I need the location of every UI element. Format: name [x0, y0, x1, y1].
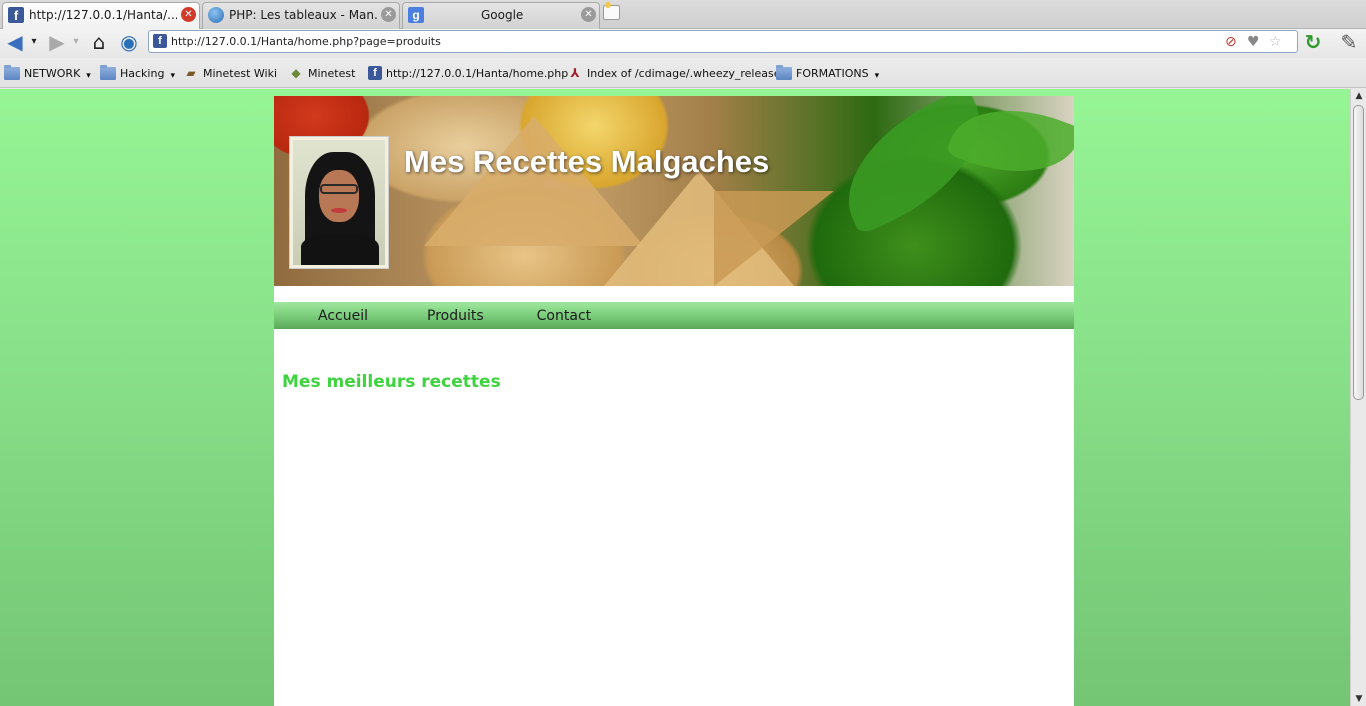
bookmark-minetest[interactable]: ◆ Minetest — [288, 64, 355, 82]
home-icon[interactable]: ⌂ — [88, 31, 110, 53]
chevron-down-icon: ▾ — [170, 71, 175, 81]
tab-title: PHP: Les tableaux - Man... — [229, 8, 377, 22]
globe-icon[interactable]: ◉ — [118, 31, 140, 53]
facebook-icon: f — [8, 7, 24, 23]
wrench-icon[interactable]: ✎ — [1336, 31, 1362, 53]
browser-toolbar: ◀ ▾ ▶ ▾ ⌂ ◉ f http://127.0.0.1/Hanta/hom… — [0, 29, 1366, 58]
bookmark-formations[interactable]: FORMATIONS ▾ — [776, 64, 879, 82]
book-icon: ▰ — [186, 66, 196, 80]
debian-icon: ⅄ — [570, 66, 580, 80]
close-tab-icon[interactable]: ✕ — [381, 7, 396, 22]
globe-icon — [208, 7, 224, 23]
forward-arrow-icon[interactable]: ▶ — [46, 31, 68, 53]
avatar — [289, 136, 389, 269]
bookmark-label: Index of /cdimage/.wheezy_release — [587, 66, 781, 80]
main-menu: Accueil Produits Contact — [274, 302, 1074, 329]
tab-title: http://127.0.0.1/Hanta/... — [29, 8, 177, 22]
tab-google[interactable]: g Google ✕ — [402, 2, 600, 29]
scroll-down-arrow-icon[interactable]: ▼ — [1351, 692, 1366, 706]
site-title: Mes Recettes Malgaches — [404, 144, 770, 179]
scrollbar-thumb[interactable] — [1353, 105, 1364, 400]
bookmark-hacking[interactable]: Hacking ▾ — [100, 64, 175, 82]
tab-strip: f http://127.0.0.1/Hanta/... ✕ PHP: Les … — [0, 0, 1366, 30]
bookmark-label: Minetest — [308, 66, 356, 80]
star-icon[interactable]: ☆ — [1269, 34, 1282, 50]
bookmark-network[interactable]: NETWORK ▾ — [4, 64, 91, 82]
samosa-decoration — [714, 191, 834, 286]
bookmark-label: Hacking — [120, 66, 165, 80]
header-banner-image: Mes Recettes Malgaches — [274, 96, 1074, 286]
minetest-icon: ◆ — [291, 66, 301, 80]
menu-item-produits[interactable]: Produits — [427, 308, 484, 324]
bookmark-label: NETWORK — [24, 66, 81, 80]
bookmark-label: FORMATIONS — [796, 66, 869, 80]
folder-icon — [776, 64, 792, 80]
tab-php-tableaux[interactable]: PHP: Les tableaux - Man... ✕ — [202, 2, 400, 29]
bookmark-hanta-home[interactable]: f http://127.0.0.1/Hanta/home.php — [368, 64, 568, 82]
menu-item-accueil[interactable]: Accueil — [318, 308, 368, 324]
vertical-scrollbar[interactable]: ▲ ▼ — [1350, 89, 1366, 706]
close-tab-icon[interactable]: ✕ — [181, 7, 196, 22]
google-icon: g — [408, 7, 424, 23]
page-container: Mes Recettes Malgaches Accueil Produits … — [274, 96, 1074, 706]
bookmarks-bar: NETWORK ▾ Hacking ▾ ▰ Minetest Wiki ◆ Mi… — [0, 58, 1366, 88]
tab-title: Google — [481, 8, 524, 22]
address-bar[interactable]: f http://127.0.0.1/Hanta/home.php?page=p… — [148, 30, 1298, 53]
url-text[interactable]: http://127.0.0.1/Hanta/home.php?page=pro… — [171, 35, 441, 48]
bookmark-minetest-wiki[interactable]: ▰ Minetest Wiki — [183, 64, 277, 82]
forward-history-chevron-icon[interactable]: ▾ — [70, 31, 82, 53]
bookmark-label: http://127.0.0.1/Hanta/home.php — [386, 66, 569, 80]
heart-icon[interactable]: ♥ — [1247, 34, 1260, 50]
folder-icon — [4, 64, 20, 80]
folder-icon — [100, 64, 116, 80]
back-arrow-icon[interactable]: ◀ — [4, 31, 26, 53]
close-tab-icon[interactable]: ✕ — [581, 7, 596, 22]
bookmark-label: Minetest Wiki — [203, 66, 278, 80]
new-tab-button[interactable] — [603, 2, 620, 20]
back-history-chevron-icon[interactable]: ▾ — [28, 31, 40, 53]
menu-item-contact[interactable]: Contact — [537, 308, 591, 324]
bookmark-cdimage-wheezy[interactable]: ⅄ Index of /cdimage/.wheezy_release — [567, 64, 780, 82]
adblock-icon[interactable]: ⊘ — [1225, 34, 1237, 50]
chevron-down-icon: ▾ — [86, 71, 91, 81]
chevron-down-icon: ▾ — [874, 71, 880, 81]
scroll-up-arrow-icon[interactable]: ▲ — [1351, 89, 1366, 103]
tab-hanta[interactable]: f http://127.0.0.1/Hanta/... ✕ — [2, 2, 200, 30]
facebook-icon: f — [153, 34, 167, 48]
section-heading: Mes meilleurs recettes — [282, 372, 501, 392]
reload-icon[interactable]: ↻ — [1302, 31, 1324, 53]
facebook-icon: f — [368, 66, 382, 80]
page-viewport: Mes Recettes Malgaches Accueil Produits … — [0, 89, 1366, 706]
